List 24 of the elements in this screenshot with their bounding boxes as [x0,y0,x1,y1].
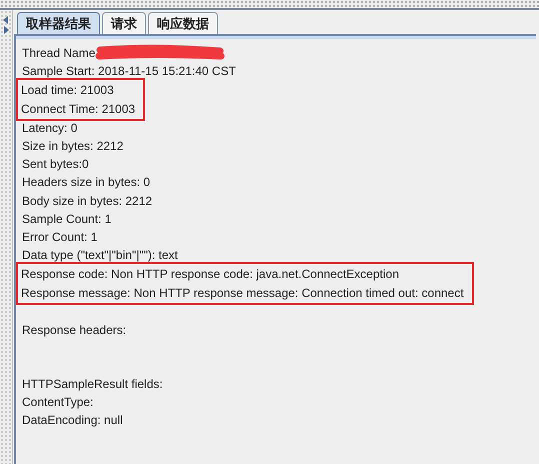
collapse-left-icon[interactable] [2,16,10,24]
tab[interactable]: 取样器结果 [17,12,100,34]
result-line: Load time: 21003 [21,82,114,100]
result-line: Size in bytes: 2212 [22,138,124,156]
result-line: Sample Start: 2018-11-15 15:21:40 CST [22,63,236,80]
result-line: DataEncoding: null [22,412,123,430]
result-line: Connect Time: 21003 [21,100,136,118]
result-line: Data type ("text"|"bin"|""): text [22,247,178,264]
result-line: Headers size in bytes: 0 [22,174,150,192]
result-line: ContentType: [22,394,94,412]
tab[interactable]: 请求 [102,12,146,34]
result-line: Response message: Non HTTP response message: Connection timed out: connect [21,284,464,302]
splitter-bar[interactable] [0,0,539,10]
result-line: Thread Name [22,45,96,62]
result-line: Response headers: [22,322,126,339]
tab[interactable]: 响应数据 [148,12,218,34]
result-line: Error Count: 1 [22,228,98,246]
result-line: Sample Count: 1 [22,210,112,228]
result-line: Response code: Non HTTP response code: java.net.ConnectException [21,266,399,284]
expand-right-icon[interactable] [2,26,10,34]
result-line: HTTPSampleResult fields: [22,376,163,393]
result-line: Latency: 0 [22,120,78,137]
result-line: Body size in bytes: 2212 [22,192,152,210]
result-line: Sent bytes:0 [22,156,89,174]
